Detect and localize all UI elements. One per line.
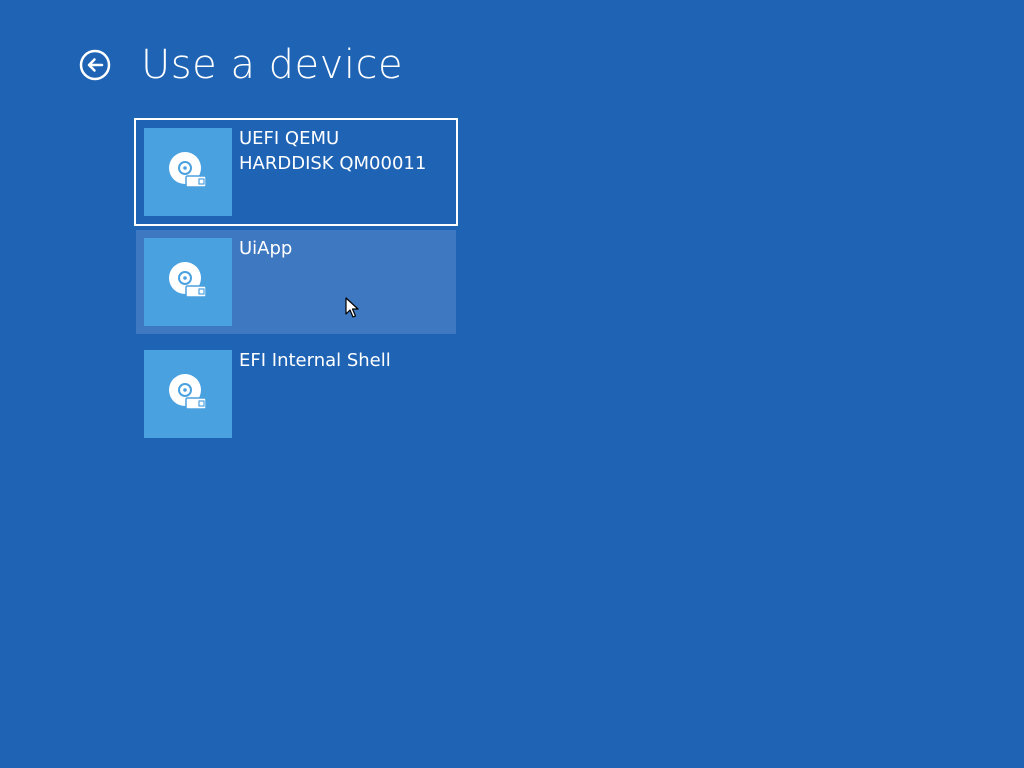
drive-icon [169, 262, 207, 298]
device-list: UEFI QEMU HARDDISK QM00011 UiApp EFI Int… [134, 118, 458, 454]
device-label: UiApp [239, 238, 293, 259]
device-tile-uiapp[interactable]: UiApp [136, 230, 456, 334]
use-a-device-screen: Use a device UEFI QEMU HARDDISK QM00011 [0, 0, 1024, 768]
device-label: EFI Internal Shell [239, 350, 391, 371]
device-tile-uefi-qemu-harddisk[interactable]: UEFI QEMU HARDDISK QM00011 [134, 118, 458, 226]
device-tile-efi-internal-shell[interactable]: EFI Internal Shell [134, 342, 454, 446]
drive-icon [169, 152, 207, 188]
back-arrow-circle-icon[interactable] [79, 49, 111, 81]
drive-icon [169, 374, 207, 410]
device-icon-tile [144, 128, 232, 216]
back-button[interactable] [79, 49, 111, 81]
page-title: Use a device [141, 42, 404, 88]
device-icon-tile [144, 238, 232, 326]
device-label: UEFI QEMU HARDDISK QM00011 [239, 128, 427, 174]
device-icon-tile [144, 350, 232, 438]
